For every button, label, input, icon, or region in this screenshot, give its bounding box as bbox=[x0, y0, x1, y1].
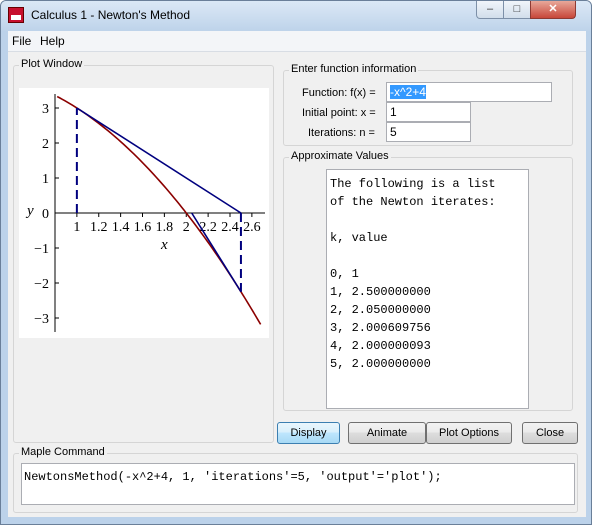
maple-command-text[interactable]: NewtonsMethod(-x^2+4, 1, 'iterations'=5,… bbox=[21, 463, 575, 505]
approx-line: 4, 2.000000093 bbox=[330, 339, 431, 353]
function-field[interactable]: -x^2+4 bbox=[386, 82, 552, 102]
y-tick-label: 0 bbox=[42, 207, 49, 222]
animate-button[interactable]: Animate bbox=[348, 422, 426, 444]
function-curve bbox=[56, 95, 262, 325]
x-tick-label: 2 bbox=[183, 220, 190, 235]
menu-help[interactable]: Help bbox=[40, 34, 65, 48]
y-tick-label: 2 bbox=[42, 137, 49, 152]
plot-options-button[interactable]: Plot Options bbox=[426, 422, 512, 444]
y-tick-label: 3 bbox=[42, 102, 49, 117]
function-label: Function: f(x) = bbox=[302, 87, 376, 99]
initial-point-label: Initial point: x = bbox=[302, 107, 376, 119]
y-tick-label: −3 bbox=[34, 312, 49, 327]
client-area: File Help Plot Window 3 2 1 0 −1 −2 −3 1 1.2 1.4 1… bbox=[8, 31, 586, 517]
initial-point-field[interactable]: 1 bbox=[386, 102, 471, 122]
minimize-icon: – bbox=[486, 3, 494, 15]
approx-line bbox=[330, 211, 528, 229]
approx-values-text[interactable]: The following is a list of the Newton ite… bbox=[326, 169, 529, 409]
approx-line: 5, 2.000000000 bbox=[330, 357, 431, 371]
window-title: Calculus 1 - Newton's Method bbox=[31, 8, 191, 22]
x-tick-label: 1.2 bbox=[90, 220, 108, 235]
approx-line: k, value bbox=[330, 231, 388, 245]
approx-line: 0, 1 bbox=[330, 267, 359, 281]
close-button[interactable]: Close bbox=[522, 422, 578, 444]
x-tick-label: 1.8 bbox=[156, 220, 174, 235]
plot-area: 3 2 1 0 −1 −2 −3 1 1.2 1.4 1.6 1.8 2 2.2 2.4 2.6 y x bbox=[19, 88, 269, 338]
approx-values-legend: Approximate Values bbox=[289, 150, 391, 162]
x-tick-label: 1 bbox=[73, 220, 80, 235]
maximize-icon: □ bbox=[513, 3, 521, 15]
x-tick-label: 1.4 bbox=[112, 220, 130, 235]
window-close-button[interactable]: ✕ bbox=[530, 1, 576, 19]
menu-bar: File Help bbox=[8, 31, 586, 52]
x-tick-label: 2.4 bbox=[221, 220, 239, 235]
iterations-field[interactable]: 5 bbox=[386, 122, 471, 142]
approx-line: The following is a list bbox=[330, 177, 496, 191]
title-bar[interactable]: Calculus 1 - Newton's Method – □ ✕ bbox=[1, 1, 591, 31]
maximize-button[interactable]: □ bbox=[503, 1, 531, 19]
app-window: Calculus 1 - Newton's Method – □ ✕ File … bbox=[0, 0, 592, 525]
function-info-legend: Enter function information bbox=[289, 63, 419, 75]
minimize-button[interactable]: – bbox=[476, 1, 504, 19]
approx-line: of the Newton iterates: bbox=[330, 195, 496, 209]
approx-line: 3, 2.000609756 bbox=[330, 321, 431, 335]
y-tick-label: −1 bbox=[34, 242, 49, 257]
maple-app-icon bbox=[8, 7, 24, 23]
x-tick-label: 1.6 bbox=[134, 220, 152, 235]
x-axis-label: x bbox=[160, 237, 168, 253]
maple-command-legend: Maple Command bbox=[19, 446, 107, 458]
y-tick-label: 1 bbox=[42, 172, 49, 187]
plot-window-legend: Plot Window bbox=[19, 58, 85, 70]
approx-line: 2, 2.050000000 bbox=[330, 303, 431, 317]
close-icon: ✕ bbox=[548, 3, 558, 15]
x-tick-label: 2.6 bbox=[243, 220, 261, 235]
approx-line: 1, 2.500000000 bbox=[330, 285, 431, 299]
approx-line bbox=[330, 247, 528, 265]
menu-file[interactable]: File bbox=[12, 34, 31, 48]
y-axis-label: y bbox=[25, 203, 34, 219]
tangent-line bbox=[76, 107, 242, 214]
iterations-label: Iterations: n = bbox=[308, 127, 375, 139]
newton-plot: 3210−1−2−31 1.2 1.4 1.6 1.8 2 2.2 2.4 2.6yx bbox=[25, 94, 265, 332]
function-value: -x^2+4 bbox=[390, 85, 426, 99]
display-button[interactable]: Display bbox=[277, 422, 340, 444]
y-tick-label: −2 bbox=[34, 277, 49, 292]
